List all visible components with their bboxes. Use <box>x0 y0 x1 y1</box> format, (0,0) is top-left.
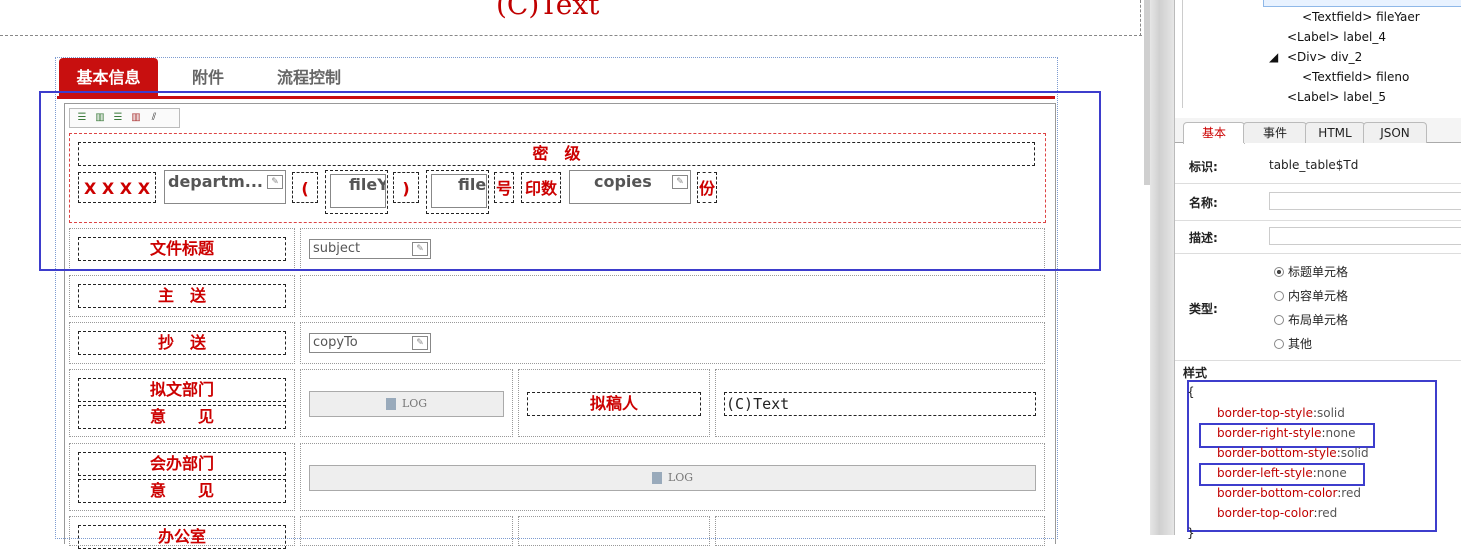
type-option-title-cell[interactable]: 标题单元格 <box>1274 263 1348 280</box>
style-value: none <box>1325 426 1356 440</box>
tree-item-label5[interactable]: <Label> label_5 <box>1287 90 1386 104</box>
tree-item-label4[interactable]: <Label> label_4 <box>1287 30 1386 44</box>
office-cell-3 <box>518 516 710 546</box>
name-label: 名称: <box>1189 196 1218 210</box>
draft-dept-log[interactable]: LOG <box>309 391 504 417</box>
tree-selected-item[interactable] <box>1263 0 1461 7</box>
tree-item-div2[interactable]: <Div> div_2 <box>1287 50 1362 64</box>
style-prop: border-top-color <box>1217 506 1314 520</box>
header-divider-vertical <box>1140 0 1141 36</box>
style-label: 样式 <box>1183 366 1208 380</box>
type-option-layout-cell[interactable]: 布局单元格 <box>1274 311 1348 328</box>
office-label: 办公室 <box>78 525 286 549</box>
style-line[interactable]: border-top-style:solid <box>1217 406 1345 420</box>
type-option-label: 布局单元格 <box>1288 313 1349 327</box>
style-prop: border-bottom-color <box>1217 486 1338 500</box>
style-value: red <box>1317 506 1338 520</box>
name-row: 名称: <box>1175 184 1461 221</box>
form-designer-canvas: (C)Text 基本信息 附件 流程控制 ☰ ▥ ☰ ▥ ⫽ 密 级 X X X… <box>0 0 1154 549</box>
type-option-label: 内容单元格 <box>1288 289 1349 303</box>
style-prop: border-left-style <box>1217 466 1313 480</box>
log-label: LOG <box>401 397 428 410</box>
style-prop: border-right-style <box>1217 426 1322 440</box>
panel-tab-basic[interactable]: 基本 <box>1183 122 1245 144</box>
desc-row: 描述: <box>1175 221 1461 254</box>
drafter-label: 拟稿人 <box>527 392 701 416</box>
edit-icon[interactable]: ✎ <box>412 336 428 350</box>
type-label: 类型: <box>1189 302 1218 316</box>
style-line[interactable]: border-right-style:none <box>1217 426 1355 440</box>
panel-tab-json[interactable]: JSON <box>1363 122 1427 143</box>
log-label: LOG <box>667 471 694 484</box>
co-dept-opinion-label: 意 见 <box>78 479 286 503</box>
tree-expand-icon[interactable]: ◢ <box>1269 50 1278 64</box>
radio-icon <box>1274 339 1284 349</box>
office-cell-4 <box>715 516 1045 546</box>
tree-item-fileno[interactable]: <Textfield> fileno <box>1302 70 1409 84</box>
style-value: solid <box>1340 446 1369 460</box>
style-value: solid <box>1317 406 1345 420</box>
type-option-label: 标题单元格 <box>1288 265 1349 279</box>
main-send-label: 主 送 <box>78 284 286 308</box>
style-value: none <box>1316 466 1347 480</box>
style-prop: border-top-style <box>1217 406 1313 420</box>
id-value: table_table$Td <box>1269 158 1359 172</box>
style-line[interactable]: border-bottom-style:solid <box>1217 446 1369 460</box>
draft-dept-opinion-label: 意 见 <box>78 405 286 429</box>
co-dept-log[interactable]: LOG <box>309 465 1036 491</box>
radio-checked-icon <box>1274 267 1284 277</box>
id-label: 标识: <box>1189 160 1218 174</box>
type-option-content-cell[interactable]: 内容单元格 <box>1274 287 1348 304</box>
type-row: 类型: 标题单元格 内容单元格 布局单元格 其他 <box>1175 254 1461 361</box>
radio-icon <box>1274 291 1284 301</box>
co-dept-label: 会办部门 <box>78 452 286 476</box>
name-input[interactable] <box>1269 192 1461 210</box>
style-open-brace: { <box>1187 385 1195 399</box>
panel-tab-html[interactable]: HTML <box>1305 122 1365 143</box>
panel-tab-events[interactable]: 事件 <box>1243 122 1307 143</box>
copy-to-field[interactable]: copyTo ✎ <box>309 333 431 353</box>
main-send-value-cell[interactable] <box>300 275 1045 317</box>
desc-input[interactable] <box>1269 227 1461 245</box>
id-row: 标识: table_table$Td <box>1175 143 1461 184</box>
copy-to-field-value: copyTo <box>313 335 358 350</box>
style-value: red <box>1341 486 1361 500</box>
style-prop: border-bottom-style <box>1217 446 1337 460</box>
document-icon <box>651 472 662 484</box>
office-cell-2 <box>300 516 513 546</box>
style-line[interactable]: border-bottom-color:red <box>1217 486 1361 500</box>
style-close-brace: } <box>1187 526 1195 540</box>
style-line[interactable]: border-left-style:none <box>1217 466 1347 480</box>
type-option-label: 其他 <box>1288 337 1313 351</box>
style-line[interactable]: border-top-color:red <box>1217 506 1337 520</box>
draft-dept-label: 拟文部门 <box>78 378 286 402</box>
copy-send-label: 抄 送 <box>78 331 286 355</box>
properties-panel: <Textfield> fileYaer <Label> label_4 ◢ <… <box>1174 0 1461 540</box>
header-title: (C)Text <box>496 0 600 21</box>
tree-guide-line <box>1182 0 1183 108</box>
selection-highlight <box>39 91 1101 271</box>
header-divider <box>0 35 1142 36</box>
type-option-other[interactable]: 其他 <box>1274 335 1312 352</box>
radio-icon <box>1274 315 1284 325</box>
document-icon <box>385 398 396 410</box>
drafter-value[interactable]: (C)Text <box>724 392 1036 416</box>
desc-label: 描述: <box>1189 231 1218 245</box>
tree-item-fileyaer[interactable]: <Textfield> fileYaer <box>1302 10 1420 24</box>
panel-splitter[interactable] <box>1150 0 1174 535</box>
